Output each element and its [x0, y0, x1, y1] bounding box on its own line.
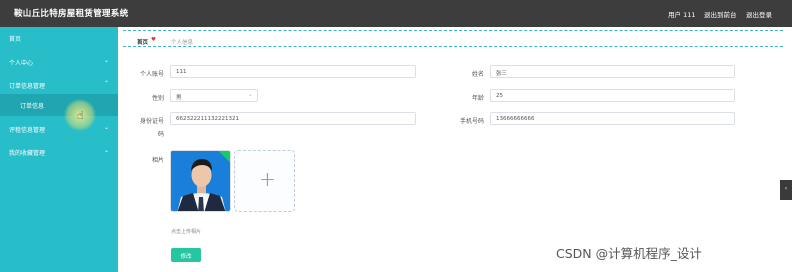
top-header: 鞍山丘比特房屋租赁管理系统 用户 111 退出到前台 退出登录 — [0, 0, 792, 27]
sidebar: 首页 个人中心 ⌄ 订单信息管理 ⌃ 订单信息 评租信息管理 ⌄ 我的收藏管理 … — [0, 27, 118, 272]
side-panel-toggle[interactable]: ‹ — [780, 180, 792, 200]
sidebar-item-label: 评租信息管理 — [9, 127, 46, 134]
user-menu[interactable]: 用户 111 — [668, 9, 695, 19]
sidebar-item-label: 个人中心 — [9, 60, 34, 67]
exit-to-frontend-link[interactable]: 退出到前台 — [704, 9, 737, 19]
sidebar-item-label: 我的收藏管理 — [9, 150, 46, 157]
app-title: 鞍山丘比特房屋租赁管理系统 — [14, 9, 129, 19]
sidebar-item-label: 订单信息 — [20, 103, 45, 110]
breadcrumb-current: 个人信息 — [171, 40, 194, 46]
gender-select[interactable]: 男 — [170, 89, 258, 102]
save-button[interactable]: 修改 — [171, 248, 201, 262]
hand-cursor-icon: ☝ — [77, 109, 84, 122]
sidebar-item-home[interactable]: 首页 — [0, 27, 118, 49]
phone-field[interactable]: 13666666666 — [490, 112, 735, 125]
account-field[interactable]: 111 — [170, 65, 416, 78]
person-photo-icon — [171, 151, 230, 211]
account-label: 个人账号 — [139, 71, 164, 78]
sidebar-item-review-management[interactable]: 评租信息管理 ⌄ — [0, 118, 118, 140]
logout-link[interactable]: 退出登录 — [746, 9, 772, 19]
breadcrumb: 首页 ♥ 个人信息 — [123, 30, 783, 47]
name-field[interactable]: 张三 — [490, 65, 735, 78]
chevron-down-icon: ⌄ — [104, 57, 110, 64]
heart-icon: ♥ — [151, 37, 156, 43]
sidebar-item-label: 首页 — [9, 36, 22, 43]
profile-photo[interactable] — [170, 150, 231, 212]
sidebar-item-label: 订单信息管理 — [9, 83, 46, 90]
age-field[interactable]: 25 — [490, 89, 735, 102]
watermark: CSDN @计算机程序_设计 — [556, 246, 702, 261]
idcard-field[interactable]: 662322211132221321 — [170, 112, 416, 125]
sidebar-item-favorites-management[interactable]: 我的收藏管理 ⌄ — [0, 141, 118, 163]
idcard-label-wrap: 码 — [157, 131, 164, 138]
name-label: 姓名 — [471, 71, 484, 78]
upload-hint: 点击上传相片 — [171, 229, 202, 235]
chevron-down-icon: ⌄ — [104, 124, 110, 131]
photo-label: 相片 — [151, 157, 164, 164]
idcard-label: 身份证号 — [139, 118, 164, 125]
sidebar-item-personal-center[interactable]: 个人中心 ⌄ — [0, 51, 118, 73]
phone-label: 手机号码 — [459, 118, 484, 125]
chevron-up-icon: ⌃ — [104, 80, 110, 87]
sidebar-item-order-info[interactable]: 订单信息 — [0, 94, 118, 116]
photo-upload-button[interactable]: + — [234, 150, 295, 212]
chevron-down-icon: ⌄ — [104, 147, 110, 154]
divider — [123, 30, 783, 31]
gender-label: 性别 — [151, 95, 164, 102]
breadcrumb-home[interactable]: 首页 — [137, 38, 148, 46]
age-label: 年龄 — [471, 95, 484, 102]
sidebar-item-order-management[interactable]: 订单信息管理 ⌃ — [0, 74, 118, 96]
plus-icon: + — [259, 167, 276, 191]
chevron-down-icon: ⌄ — [248, 92, 253, 98]
